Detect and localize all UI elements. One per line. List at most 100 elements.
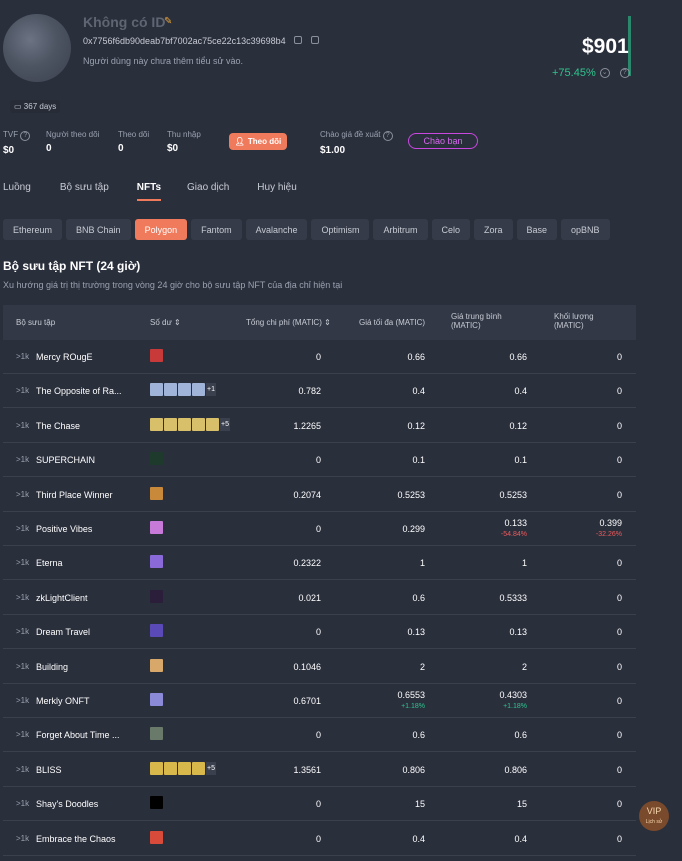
collection-name[interactable]: Third Place Winner <box>36 490 126 500</box>
chain-chip[interactable]: Ethereum <box>3 219 63 240</box>
table-row[interactable]: >1k Eterna 0.2322 1 1 0 <box>3 546 636 581</box>
chain-chip[interactable]: Celo <box>431 219 471 240</box>
table-row[interactable]: >1k Merkly ONFT 0.6701 0.6553 +1.18% 0.4303 +1… <box>3 684 636 718</box>
stat-value: $0 <box>167 143 179 154</box>
tab-2[interactable]: NFTs <box>136 182 162 201</box>
chain-chip[interactable]: Fantom <box>191 219 242 240</box>
cell-vol: 0 <box>616 661 622 672</box>
cell-vol: 0 <box>616 386 622 397</box>
offer-button[interactable]: Chào bạn <box>408 133 478 149</box>
chevron-down-icon[interactable]: ⌄ <box>599 68 610 78</box>
stat-value: $0 <box>3 145 15 156</box>
help-icon[interactable]: ? <box>619 68 630 78</box>
nft-thumbnail <box>150 624 163 638</box>
tab-4[interactable]: Huy hiệu <box>257 182 296 201</box>
chain-chip[interactable]: Optimism <box>311 219 370 240</box>
nft-thumbnails: +1 <box>150 383 216 397</box>
collection-name[interactable]: Mercy ROugE <box>36 352 126 362</box>
follow-button[interactable]: 👤︎ Theo dõi <box>229 133 287 150</box>
collection-name[interactable]: Shay's Doodles <box>36 799 126 809</box>
cell-cost: 0.782 <box>298 386 321 397</box>
stat-0: TVF ? $0 <box>3 130 31 156</box>
profile-tabs: Luồng Bộ sưu tập NFTs Giao dịch Huy hiệu <box>0 182 297 201</box>
info-icon[interactable]: ? <box>382 131 393 141</box>
cell-vol: 0 <box>616 352 622 362</box>
info-icon[interactable]: ? <box>20 131 31 141</box>
table-row[interactable]: >1k BLISS +5 1.3561 0.806 0.806 0 <box>3 753 636 787</box>
rank: >1k <box>16 627 30 637</box>
cell-vol: 0 <box>616 696 622 706</box>
collection-name[interactable]: The Chase <box>36 421 126 431</box>
collection-name[interactable]: Forget About Time ... <box>36 730 126 740</box>
collection-name[interactable]: Embrace the Chaos <box>36 834 126 844</box>
table-row[interactable]: >1k Mercy ROugE 0 0.66 0.66 0 <box>3 340 636 374</box>
collection-name[interactable]: The Opposite of Ra... <box>36 386 126 396</box>
chain-chip[interactable]: Zora <box>474 219 513 240</box>
section-subtitle: Xu hướng giá trị thị trường trong vòng 2… <box>3 280 343 290</box>
cell-cost: 1.3561 <box>293 764 321 775</box>
collection-name[interactable]: zkLightClient <box>36 593 126 603</box>
cell-vol: 0 <box>616 730 622 741</box>
nft-thumbnail <box>192 383 205 397</box>
nft-thumbnail <box>164 417 177 431</box>
chain-chip[interactable]: Polygon <box>134 219 188 240</box>
collection-name[interactable]: Dream Travel <box>36 627 126 637</box>
collection-name[interactable]: BLISS <box>36 765 126 775</box>
cell-max: 0.6 <box>412 730 425 741</box>
table-row[interactable]: >1k The Opposite of Ra... +1 0.782 0.4 0.4 0 <box>3 374 636 409</box>
collection-name[interactable]: Eterna <box>36 558 126 568</box>
cell-vol: 0 <box>616 489 622 500</box>
change-value: -32.26% <box>595 531 622 538</box>
chain-chip[interactable]: BNB Chain <box>66 219 131 240</box>
tab-1[interactable]: Bộ sưu tập <box>60 182 109 201</box>
nft-thumbnail <box>150 555 163 569</box>
table-row[interactable]: >1k Positive Vibes 0 0.299 0.133 -54.84% 0.399… <box>3 512 636 546</box>
change-value: +1.18% <box>503 703 527 710</box>
chain-chip[interactable]: opBNB <box>561 219 610 240</box>
collection-name[interactable]: Positive Vibes <box>36 524 126 534</box>
table-row[interactable]: >1k zkLightClient 0.021 0.6 0.5333 0 <box>3 581 636 615</box>
cell-avg: 0.12 <box>509 420 527 431</box>
tab-3[interactable]: Giao dịch <box>187 182 229 201</box>
table-row[interactable]: >1k SUPERCHAIN 0 0.1 0.1 0 <box>3 443 636 478</box>
sort-icon[interactable]: ⇕ <box>174 318 181 327</box>
cell-cost: 0 <box>315 627 321 638</box>
sort-icon[interactable]: ⇕ <box>324 318 331 327</box>
header-avg-price: Giá trung bình (MATIC) <box>451 312 502 330</box>
rank: >1k <box>16 558 30 568</box>
cell-cost: 0.2322 <box>293 558 321 569</box>
rank: >1k <box>16 489 30 499</box>
nft-thumbnail <box>150 452 163 466</box>
chain-chip[interactable]: Avalanche <box>245 219 308 240</box>
header-total-cost[interactable]: Tổng chi phí (MATIC) ⇕ <box>246 318 331 327</box>
chain-chip[interactable]: Base <box>516 219 558 240</box>
cell-vol: 0 <box>616 420 622 431</box>
rank: >1k <box>16 455 30 465</box>
vip-badge[interactable]: VIP Lịch sử <box>639 801 669 831</box>
tab-0[interactable]: Luồng <box>3 182 31 201</box>
cell-avg: 0.5333 <box>499 592 527 603</box>
table-row[interactable]: >1k Embrace the Chaos 0 0.4 0.4 0 <box>3 822 636 856</box>
nft-thumbnail <box>178 383 191 397</box>
qr-icon[interactable] <box>310 36 319 44</box>
table-row[interactable]: >1k The Chase +5 1.2265 0.12 0.12 0 <box>3 409 636 443</box>
header-balance[interactable]: Số dư ⇕ <box>150 318 181 327</box>
copy-icon[interactable] <box>294 36 303 44</box>
collection-name[interactable]: Building <box>36 662 126 672</box>
table-row[interactable]: >1k Building 0.1046 2 2 0 <box>3 650 636 684</box>
collection-name[interactable]: Merkly ONFT <box>36 696 126 706</box>
edit-icon[interactable]: ✎ <box>164 16 172 27</box>
chain-chip[interactable]: Arbitrum <box>373 219 428 240</box>
nft-thumbnails <box>150 796 163 810</box>
cell-max: 2 <box>419 661 425 672</box>
cell-max: 0.4 <box>412 386 425 397</box>
stat-label: TVF ? <box>3 130 31 141</box>
table-row[interactable]: >1k Forget About Time ... 0 0.6 0.6 0 <box>3 718 636 753</box>
nft-thumbnail <box>150 589 163 603</box>
collection-name[interactable]: SUPERCHAIN <box>36 455 126 465</box>
table-row[interactable]: >1k Third Place Winner 0.2074 0.5253 0.5253 0 <box>3 478 636 512</box>
cell-max: 0.806 <box>402 764 425 775</box>
cell-vol: 0 <box>616 799 622 810</box>
table-row[interactable]: >1k Dream Travel 0 0.13 0.13 0 <box>3 615 636 650</box>
table-row[interactable]: >1k Shay's Doodles 0 15 15 0 <box>3 787 636 822</box>
